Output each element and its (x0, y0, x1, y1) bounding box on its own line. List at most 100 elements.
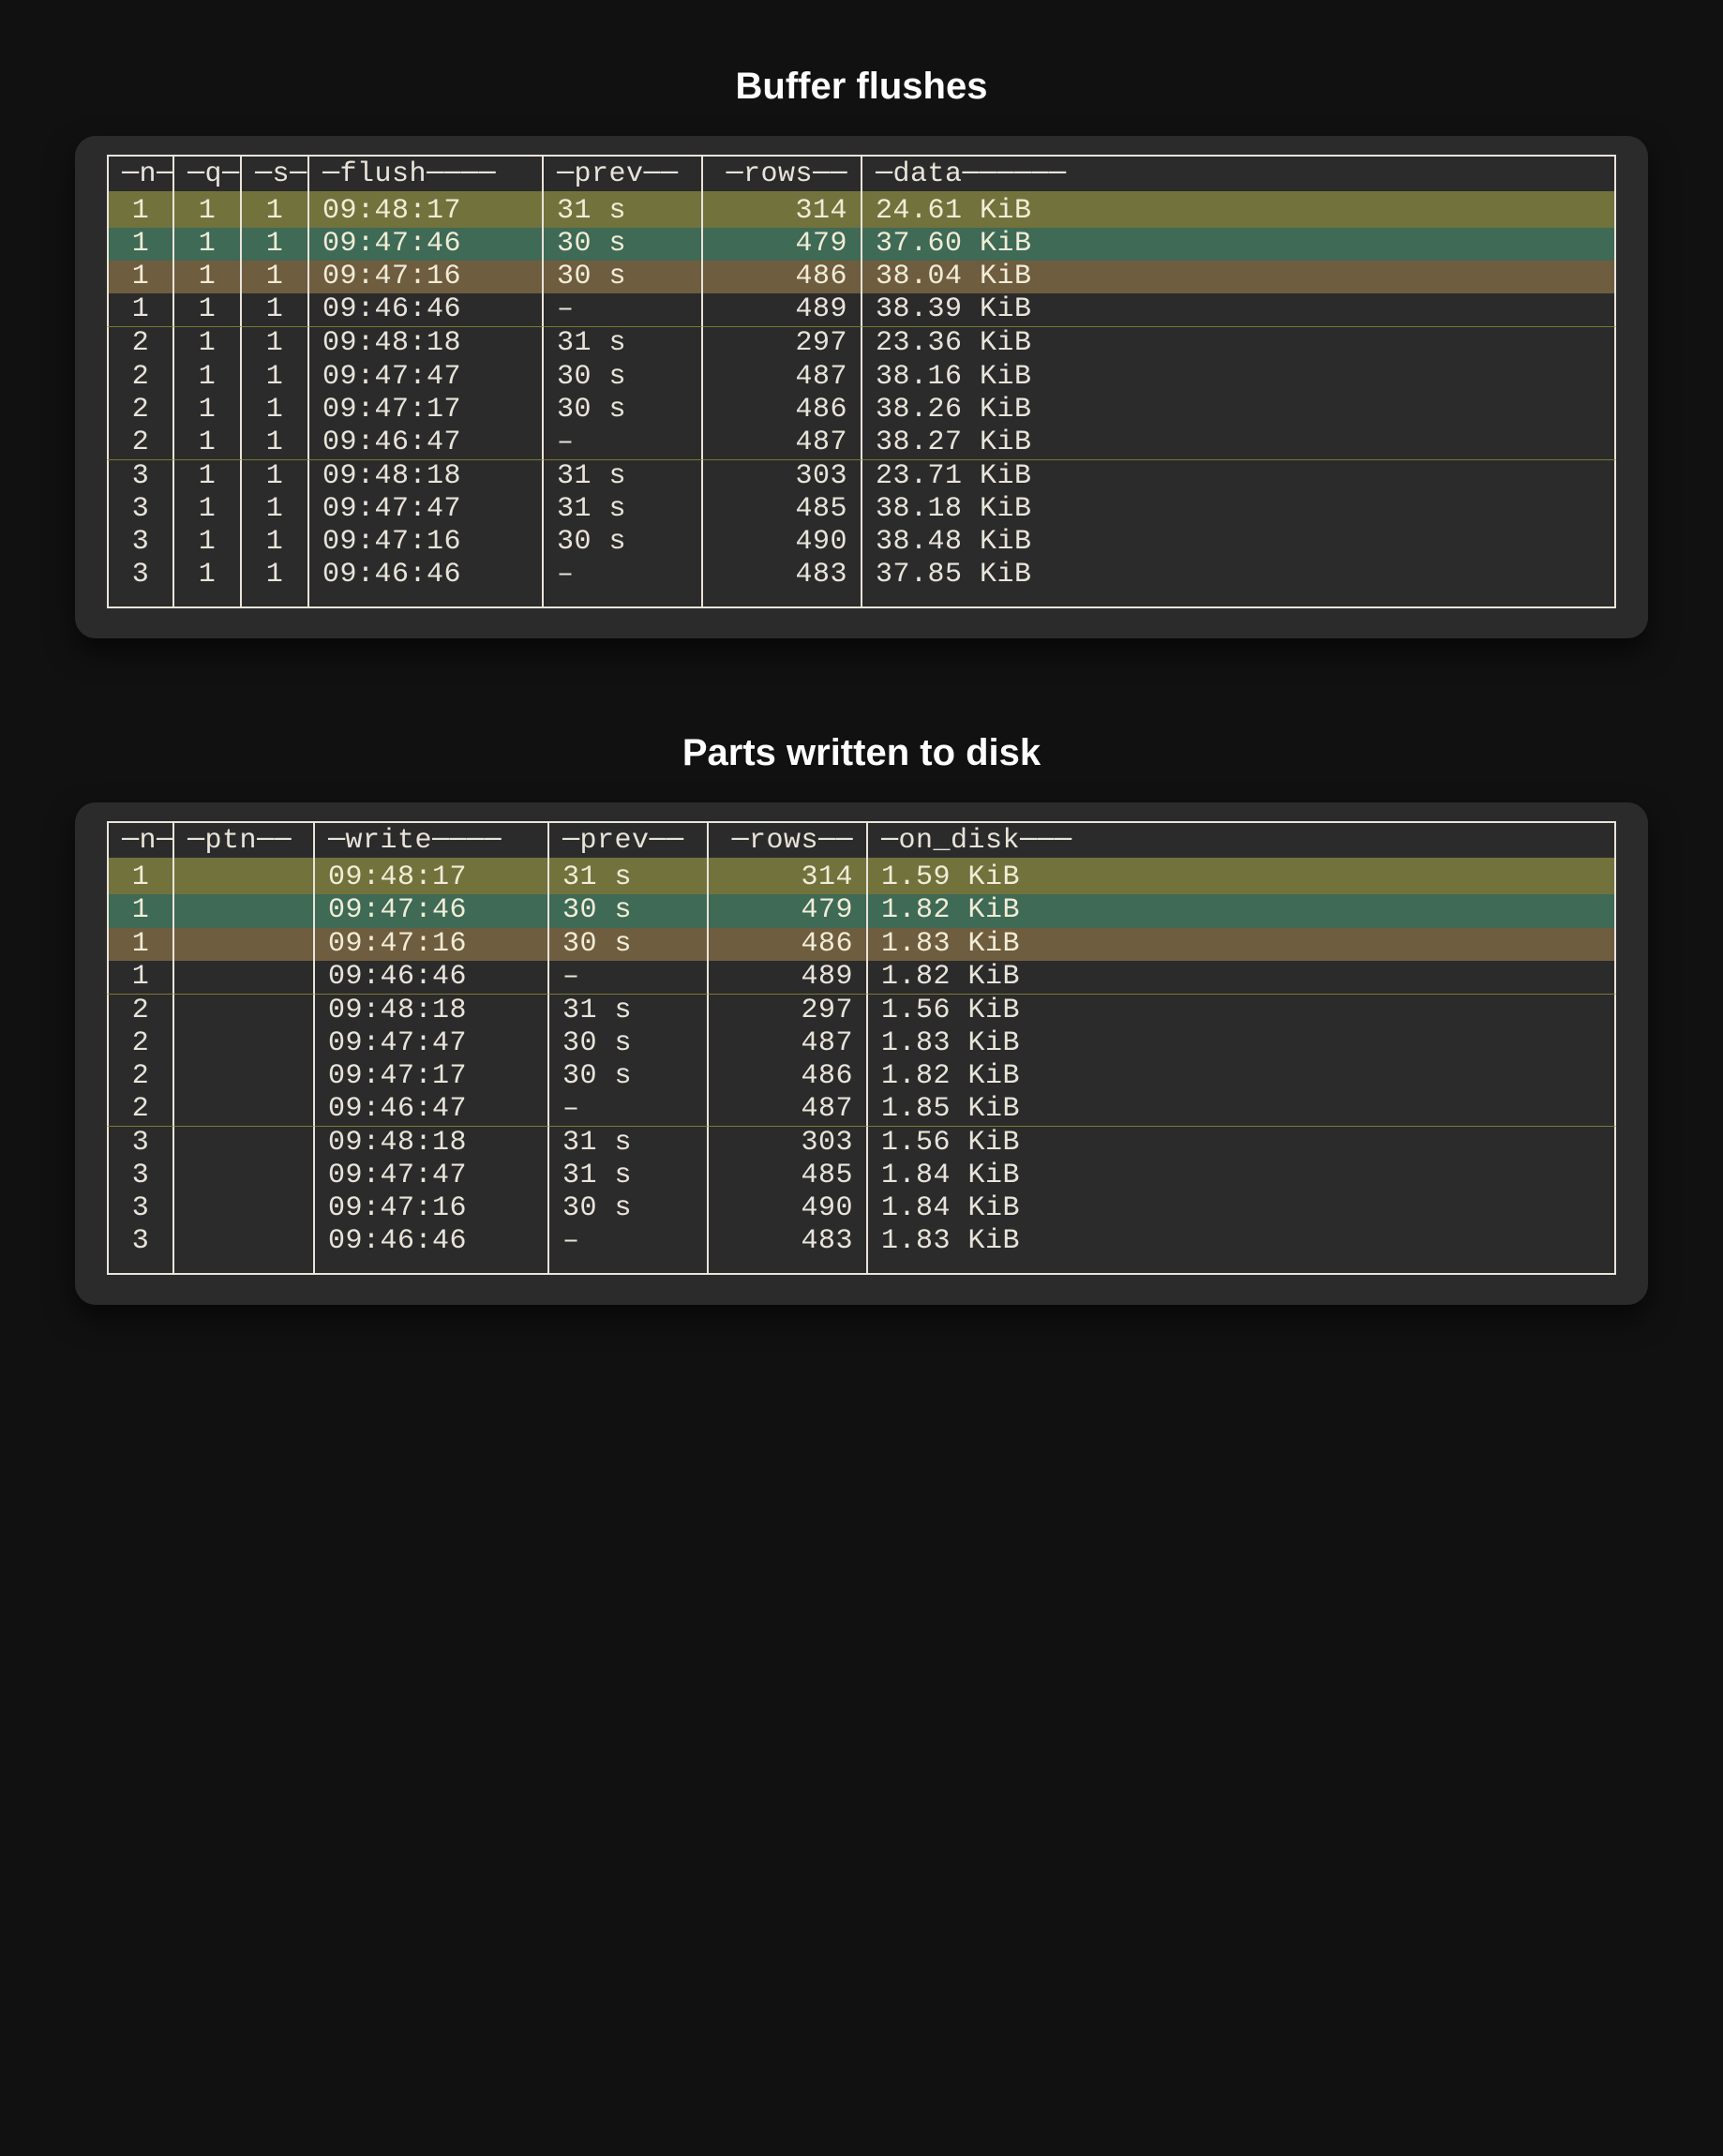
cell-flush: 09:47:47 (309, 361, 544, 394)
cell-n: 3 (107, 1127, 174, 1160)
cell-data: 38.04 KiB (862, 261, 1616, 293)
cell-n: 3 (107, 526, 174, 559)
table-row: 209:47:1730 s4861.82 KiB (107, 1060, 1616, 1093)
cell-rows: 479 (703, 228, 862, 261)
page: Buffer flushes ─n──q──s──flush─────prev─… (0, 0, 1723, 1474)
cell-prev: 31 s (544, 327, 703, 360)
table-row: 11109:47:1630 s48638.04 KiB (107, 261, 1616, 293)
cell-n: 1 (107, 261, 174, 293)
cell-n: 1 (107, 894, 174, 927)
cell-rows: 297 (703, 327, 862, 360)
cell-flush: 09:46:47 (309, 427, 544, 460)
cell-flush: 09:46:46 (309, 293, 544, 327)
table-row: 31109:47:1630 s49038.48 KiB (107, 526, 1616, 559)
cell-n: 2 (107, 361, 174, 394)
cell-on_disk: 1.83 KiB (868, 1225, 1616, 1258)
cell-n: 2 (107, 327, 174, 360)
table-row: 109:47:4630 s4791.82 KiB (107, 894, 1616, 927)
table-footer-cell (174, 591, 242, 608)
cell-n: 3 (107, 493, 174, 526)
section-title-parts: Parts written to disk (75, 732, 1648, 774)
table-row: 309:47:1630 s4901.84 KiB (107, 1192, 1616, 1225)
cell-q: 1 (174, 361, 242, 394)
cell-rows: 483 (709, 1225, 868, 1258)
table-row: 21109:46:47–48738.27 KiB (107, 427, 1616, 460)
table-row: 109:48:1731 s3141.59 KiB (107, 858, 1616, 894)
col-header-prev: ─prev── (544, 155, 703, 191)
cell-data: 24.61 KiB (862, 191, 1616, 228)
cell-s: 1 (242, 327, 309, 360)
flushes-table: ─n──q──s──flush─────prev───rows───data──… (107, 155, 1616, 608)
cell-n: 3 (107, 460, 174, 493)
cell-rows: 487 (709, 1093, 868, 1127)
cell-q: 1 (174, 191, 242, 228)
col-header-q: ─q─ (174, 155, 242, 191)
cell-flush: 09:48:18 (309, 327, 544, 360)
cell-n: 2 (107, 1093, 174, 1127)
cell-q: 1 (174, 293, 242, 327)
cell-n: 2 (107, 995, 174, 1027)
cell-write: 09:47:46 (315, 894, 549, 927)
cell-rows: 479 (709, 894, 868, 927)
cell-ptn (174, 995, 315, 1027)
table-row: 109:46:46–4891.82 KiB (107, 961, 1616, 995)
cell-prev: 31 s (544, 191, 703, 228)
cell-rows: 485 (709, 1160, 868, 1192)
cell-data: 37.85 KiB (862, 559, 1616, 591)
table-row: 31109:48:1831 s30323.71 KiB (107, 460, 1616, 493)
table-row: 309:48:1831 s3031.56 KiB (107, 1127, 1616, 1160)
cell-write: 09:46:46 (315, 1225, 549, 1258)
col-header-n: ─n─ (107, 821, 174, 858)
cell-n: 2 (107, 1027, 174, 1060)
cell-rows: 487 (709, 1027, 868, 1060)
cell-prev: 31 s (549, 858, 709, 894)
cell-write: 09:47:17 (315, 1060, 549, 1093)
cell-flush: 09:46:46 (309, 559, 544, 591)
cell-prev: 31 s (544, 460, 703, 493)
table-footer-cell (107, 591, 174, 608)
section-title-flushes: Buffer flushes (75, 66, 1648, 108)
parts-table: ─n──ptn───write─────prev───rows───on_dis… (107, 821, 1616, 1275)
cell-ptn (174, 1192, 315, 1225)
table-row: 21109:47:4730 s48738.16 KiB (107, 361, 1616, 394)
cell-s: 1 (242, 228, 309, 261)
cell-rows: 297 (709, 995, 868, 1027)
table-footer-cell (868, 1258, 1616, 1275)
cell-s: 1 (242, 427, 309, 460)
table-footer-cell (174, 1258, 315, 1275)
cell-write: 09:47:16 (315, 1192, 549, 1225)
cell-prev: 30 s (544, 228, 703, 261)
table-row: 21109:48:1831 s29723.36 KiB (107, 327, 1616, 360)
cell-prev: – (549, 1093, 709, 1127)
cell-q: 1 (174, 526, 242, 559)
cell-ptn (174, 961, 315, 995)
cell-write: 09:46:46 (315, 961, 549, 995)
cell-s: 1 (242, 361, 309, 394)
flushes-card: ─n──q──s──flush─────prev───rows───data──… (75, 136, 1648, 638)
table-row: 31109:46:46–48337.85 KiB (107, 559, 1616, 591)
cell-rows: 489 (709, 961, 868, 995)
cell-on_disk: 1.59 KiB (868, 858, 1616, 894)
cell-n: 3 (107, 1225, 174, 1258)
cell-n: 1 (107, 858, 174, 894)
cell-q: 1 (174, 460, 242, 493)
cell-data: 38.48 KiB (862, 526, 1616, 559)
cell-write: 09:47:47 (315, 1027, 549, 1060)
cell-rows: 483 (703, 559, 862, 591)
table-row: 11109:48:1731 s31424.61 KiB (107, 191, 1616, 228)
col-header-data: ─data────── (862, 155, 1616, 191)
cell-prev: – (544, 427, 703, 460)
cell-flush: 09:47:46 (309, 228, 544, 261)
table-row: 109:47:1630 s4861.83 KiB (107, 928, 1616, 961)
cell-prev: 30 s (544, 361, 703, 394)
col-header-rows: ─rows── (709, 821, 868, 858)
cell-on_disk: 1.83 KiB (868, 928, 1616, 961)
cell-data: 23.36 KiB (862, 327, 1616, 360)
cell-q: 1 (174, 427, 242, 460)
cell-rows: 314 (703, 191, 862, 228)
table-row: 309:47:4731 s4851.84 KiB (107, 1160, 1616, 1192)
cell-n: 1 (107, 928, 174, 961)
cell-on_disk: 1.56 KiB (868, 995, 1616, 1027)
table-footer-cell (544, 591, 703, 608)
cell-prev: – (549, 1225, 709, 1258)
